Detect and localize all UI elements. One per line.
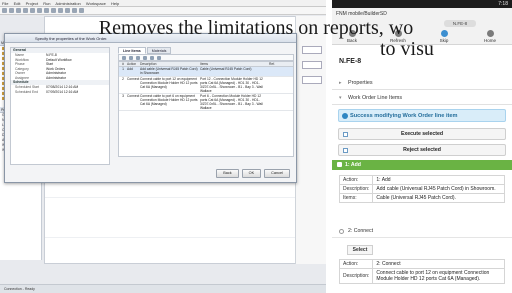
- line-item-header[interactable]: 2: Connect: [332, 225, 512, 238]
- zoom-out-icon[interactable]: [44, 8, 49, 13]
- menu-administration[interactable]: Administration: [55, 1, 80, 6]
- select-button[interactable]: Select: [347, 245, 373, 255]
- palette-item[interactable]: [302, 46, 322, 54]
- chevron-down-icon: ▾: [339, 95, 342, 101]
- print-icon[interactable]: [72, 8, 77, 13]
- search-icon[interactable]: [79, 8, 84, 13]
- desktop-app-window: File Edit Project Run Administration Wor…: [0, 0, 326, 293]
- properties-section[interactable]: ▸ Properties: [332, 76, 512, 90]
- phone-status-bar: 7:18: [332, 0, 512, 8]
- move-down-icon[interactable]: [143, 55, 147, 60]
- edit-icon[interactable]: [150, 55, 154, 60]
- link-icon[interactable]: [58, 8, 63, 13]
- select-icon[interactable]: [51, 8, 56, 13]
- checkbox-checked-icon: [337, 162, 342, 167]
- execute-selected-button[interactable]: Execute selected: [338, 128, 506, 140]
- menu-help[interactable]: Help: [111, 1, 119, 6]
- reject-selected-button[interactable]: Reject selected: [338, 144, 506, 156]
- back-button[interactable]: Back: [216, 169, 239, 178]
- table-row[interactable]: 1 Add Add cable (Universal RJ45 Patch Cor…: [119, 67, 293, 77]
- menu-bar: File Edit Project Run Administration Wor…: [0, 0, 326, 7]
- cancel-button[interactable]: Cancel: [264, 169, 290, 178]
- field-row[interactable]: Scheduled End 07/09/2014 12:16 AM: [11, 90, 109, 95]
- dialog-buttons: Back OK Cancel: [216, 169, 290, 178]
- table-row[interactable]: 3 Connect Connect cable to port 6 on equi…: [119, 94, 293, 111]
- line-items-table: # Action Description Items Ref. 1 Add Add c…: [118, 61, 294, 157]
- info-icon: [342, 113, 348, 119]
- save-icon[interactable]: [16, 8, 21, 13]
- work-order-name: N.FE-8: [339, 58, 362, 65]
- status-bar: Connection - Ready: [0, 284, 326, 293]
- checkbox-icon: [343, 132, 348, 137]
- menu-file[interactable]: File: [2, 1, 8, 6]
- menu-run[interactable]: Run: [43, 1, 50, 6]
- clock: 7:18: [498, 1, 508, 7]
- chevron-right-icon: ▸: [339, 80, 342, 86]
- move-up-icon[interactable]: [136, 55, 140, 60]
- work-order-dialog: Specify the properties of the Work Order…: [4, 33, 297, 183]
- main-toolbar: [0, 7, 326, 15]
- dialog-tabs: Line Items Materials: [118, 47, 172, 54]
- line-item-2-details: Action: 2: Connect Description: Connect ca…: [338, 259, 505, 284]
- detail-row: Action: 1: Add: [338, 175, 505, 185]
- caption-text: Removes the limitations on reports, wo: [98, 17, 414, 39]
- menu-edit[interactable]: Edit: [14, 1, 21, 6]
- line-items-section[interactable]: ▾ Work Order Line Items: [332, 91, 512, 105]
- radio-icon: [339, 229, 344, 234]
- checkbox-icon: [343, 148, 348, 153]
- table-row[interactable]: 2 Connect Connect cable to port 12 on equ…: [119, 77, 293, 94]
- layer-icon[interactable]: [65, 8, 70, 13]
- general-properties-panel: General Name N.FE-8 Workflow Default Workf…: [10, 47, 110, 165]
- line-items-toolbar: [118, 54, 294, 61]
- copy-icon[interactable]: [157, 55, 161, 60]
- palette-panel: [295, 16, 326, 264]
- menu-project[interactable]: Project: [26, 1, 38, 6]
- line-item-1-details: Action: 1: Add Description: Add cable (Uni…: [338, 175, 505, 203]
- success-message: Success modifying Work Order line item: [338, 109, 506, 122]
- detail-row: Description: Add cable (Universal RJ45 Pa…: [338, 184, 505, 194]
- add-icon[interactable]: [122, 55, 126, 60]
- redo-icon[interactable]: [30, 8, 35, 13]
- zoom-in-icon[interactable]: [37, 8, 42, 13]
- new-icon[interactable]: [2, 8, 7, 13]
- undo-icon[interactable]: [23, 8, 28, 13]
- detail-row: Items: Cable (Universal RJ45 Patch Cord).: [338, 193, 505, 203]
- palette-item[interactable]: [302, 76, 322, 84]
- line-item-header-selected[interactable]: 1: Add: [332, 160, 512, 170]
- tab-materials[interactable]: Materials: [146, 47, 172, 54]
- detail-row: Action: 2: Connect: [338, 259, 505, 269]
- caption-text-continued: to visu: [380, 39, 434, 59]
- palette-item[interactable]: [302, 61, 322, 69]
- detail-row: Description: Connect cable to port 12 on …: [338, 268, 505, 284]
- remove-icon[interactable]: [129, 55, 133, 60]
- open-icon[interactable]: [9, 8, 14, 13]
- tab-line-items[interactable]: Line Items: [118, 47, 146, 54]
- ok-button[interactable]: OK: [241, 169, 262, 178]
- menu-workspace[interactable]: Workspace: [86, 1, 106, 6]
